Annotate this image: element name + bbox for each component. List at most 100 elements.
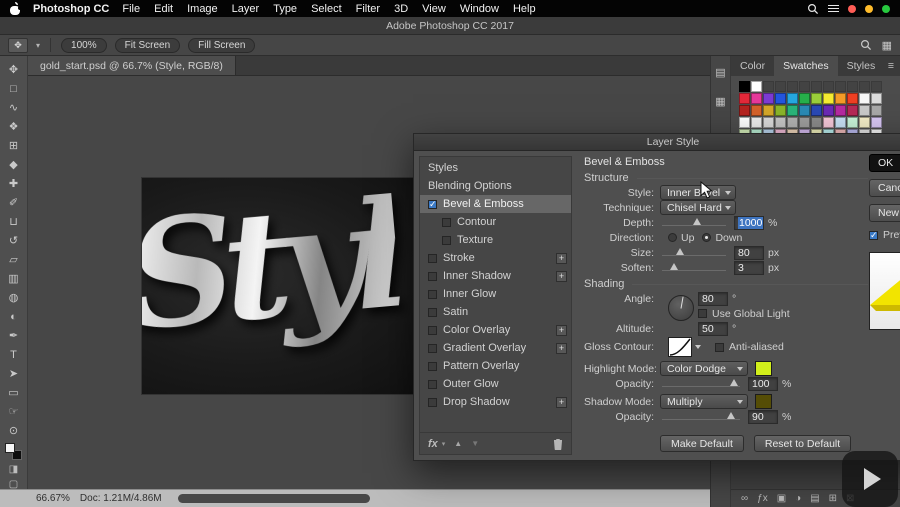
foreground-color-chip[interactable]: [5, 443, 15, 453]
effect-checkbox[interactable]: [428, 199, 437, 210]
layer-style-item-drop-shadow[interactable]: Drop Shadow +: [420, 393, 571, 411]
color-swatch[interactable]: [823, 117, 834, 128]
zoom-100-button[interactable]: 100%: [61, 37, 107, 53]
color-swatch[interactable]: [871, 105, 882, 116]
search-icon[interactable]: [807, 3, 819, 15]
color-swatch[interactable]: [823, 105, 834, 116]
foreground-background-colors[interactable]: [5, 443, 22, 460]
hand-tool[interactable]: ☞: [3, 402, 25, 421]
color-swatch[interactable]: [739, 105, 750, 116]
add-effect-instance-icon[interactable]: +: [556, 270, 567, 282]
tab-swatches[interactable]: Swatches: [774, 56, 838, 76]
pen-tool[interactable]: ✒: [3, 326, 25, 345]
path-selection-tool[interactable]: ➤: [3, 364, 25, 383]
move-effect-down-icon[interactable]: ▼: [471, 439, 479, 448]
cancel-button[interactable]: Cancel: [869, 179, 900, 197]
color-swatch[interactable]: [811, 105, 822, 116]
delete-effect-icon[interactable]: [553, 438, 563, 450]
effect-checkbox[interactable]: [428, 343, 437, 353]
color-swatch[interactable]: [763, 117, 774, 128]
horizontal-scrollbar[interactable]: [177, 494, 370, 503]
add-effect-instance-icon[interactable]: +: [556, 324, 567, 336]
gradient-tool[interactable]: ▥: [3, 269, 25, 288]
effect-checkbox[interactable]: [428, 397, 437, 407]
layer-mask-icon[interactable]: ▣: [777, 493, 786, 504]
color-swatch[interactable]: [847, 93, 858, 104]
soften-input[interactable]: 3: [734, 260, 764, 275]
workspace-switcher-icon[interactable]: ▦: [882, 39, 892, 52]
color-swatch[interactable]: [835, 105, 846, 116]
blur-tool[interactable]: ◍: [3, 288, 25, 307]
shadow-color-swatch[interactable]: [755, 394, 772, 409]
effect-checkbox[interactable]: [442, 217, 451, 227]
move-effect-up-icon[interactable]: ▲: [454, 439, 462, 448]
fx-caret-icon[interactable]: ▾: [442, 440, 446, 448]
gloss-contour-picker[interactable]: [668, 337, 692, 357]
color-swatch[interactable]: [763, 105, 774, 116]
tool-preset-icon[interactable]: ✥: [8, 37, 28, 53]
layer-group-icon[interactable]: ▤: [810, 493, 819, 504]
menu-item-type[interactable]: Type: [273, 3, 297, 15]
layer-style-item-contour[interactable]: Contour: [420, 213, 571, 231]
depth-slider[interactable]: [662, 217, 726, 229]
fit-screen-button[interactable]: Fit Screen: [114, 37, 181, 53]
quick-mask-icon[interactable]: ◨: [3, 462, 25, 477]
style-select[interactable]: Inner Bevel: [660, 185, 736, 200]
menu-item-file[interactable]: File: [122, 3, 140, 15]
anti-aliased-checkbox[interactable]: [715, 342, 724, 352]
preview-checkbox[interactable]: [869, 230, 878, 241]
color-swatch[interactable]: [799, 105, 810, 116]
layer-style-item-satin[interactable]: Satin: [420, 303, 571, 321]
layer-style-item-outer-glow[interactable]: Outer Glow: [420, 375, 571, 393]
color-swatch[interactable]: [823, 93, 834, 104]
dodge-tool[interactable]: ◐: [3, 307, 25, 326]
eyedropper-tool[interactable]: ◆: [3, 155, 25, 174]
tab-color[interactable]: Color: [731, 56, 774, 76]
direction-down-radio[interactable]: [702, 233, 712, 242]
use-global-light-checkbox[interactable]: [698, 309, 707, 318]
color-swatch[interactable]: [775, 117, 786, 128]
layer-style-item-styles[interactable]: Styles: [420, 159, 571, 177]
menu-item-help[interactable]: Help: [513, 3, 536, 15]
highlight-color-swatch[interactable]: [755, 361, 772, 376]
move-tool[interactable]: ✥: [3, 60, 25, 79]
fill-screen-button[interactable]: Fill Screen: [188, 37, 256, 53]
new-style-button[interactable]: New Style...: [869, 204, 900, 222]
layer-style-item-inner-shadow[interactable]: Inner Shadow +: [420, 267, 571, 285]
brush-tool[interactable]: ✐: [3, 193, 25, 212]
add-effect-instance-icon[interactable]: +: [556, 342, 567, 354]
highlight-opacity-input[interactable]: 100: [748, 376, 778, 391]
zoom-tool[interactable]: ⊙: [3, 421, 25, 440]
document-tab[interactable]: gold_start.psd @ 66.7% (Style, RGB/8): [28, 56, 236, 75]
color-swatch[interactable]: [859, 105, 870, 116]
color-swatch[interactable]: [811, 117, 822, 128]
healing-brush-tool[interactable]: ✚: [3, 174, 25, 193]
color-swatch[interactable]: [739, 93, 750, 104]
lasso-tool[interactable]: ∿: [3, 98, 25, 117]
make-default-button[interactable]: Make Default: [660, 435, 744, 452]
effect-checkbox[interactable]: [428, 361, 437, 371]
size-slider[interactable]: [662, 247, 726, 259]
layer-style-item-pattern-overlay[interactable]: Pattern Overlay: [420, 357, 571, 375]
fx-button[interactable]: fx: [428, 438, 438, 450]
color-swatch[interactable]: [835, 93, 846, 104]
shape-tool[interactable]: ▭: [3, 383, 25, 402]
menu-item-filter[interactable]: Filter: [356, 3, 380, 15]
color-swatch[interactable]: [787, 105, 798, 116]
color-swatch[interactable]: [799, 93, 810, 104]
color-swatch[interactable]: [799, 117, 810, 128]
eraser-tool[interactable]: ▱: [3, 250, 25, 269]
adjustment-layer-icon[interactable]: ◑: [795, 493, 801, 504]
shadow-opacity-input[interactable]: 90: [748, 409, 778, 424]
color-swatch[interactable]: [871, 93, 882, 104]
color-swatch[interactable]: [811, 93, 822, 104]
menu-item-3d[interactable]: 3D: [394, 3, 408, 15]
marquee-tool[interactable]: □: [3, 79, 25, 98]
effect-checkbox[interactable]: [428, 307, 437, 317]
color-swatch[interactable]: [739, 117, 750, 128]
status-zoom[interactable]: 66.67%: [36, 493, 70, 504]
effect-checkbox[interactable]: [428, 289, 437, 299]
menu-item-image[interactable]: Image: [187, 3, 218, 15]
color-swatch[interactable]: [859, 117, 870, 128]
effect-checkbox[interactable]: [428, 253, 437, 263]
